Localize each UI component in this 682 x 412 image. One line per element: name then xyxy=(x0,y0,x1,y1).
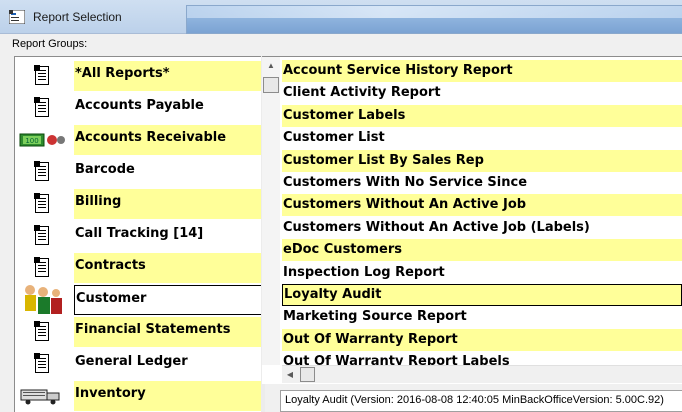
group-label: Contracts xyxy=(74,253,262,283)
group-label: Financial Statements xyxy=(74,317,262,347)
scroll-up-icon[interactable]: ▲ xyxy=(262,57,280,74)
document-icon xyxy=(17,252,71,284)
group-label: Call Tracking [14] xyxy=(75,226,204,241)
group-item[interactable]: Contracts xyxy=(17,252,262,284)
report-item[interactable]: Customers Without An Active Job (Labels) xyxy=(282,217,682,239)
document-icon xyxy=(17,316,71,348)
document-icon xyxy=(17,188,71,220)
group-item[interactable]: General Ledger xyxy=(17,348,262,380)
scroll-left-icon[interactable]: ◀ xyxy=(282,366,298,383)
report-groups-list[interactable]: *All Reports* Accounts Payable 100 Accounts… xyxy=(14,56,262,412)
report-item[interactable]: Customers Without An Active Job xyxy=(282,194,682,217)
report-item[interactable]: Client Activity Report xyxy=(282,82,682,104)
report-item[interactable]: Out Of Warranty Report xyxy=(282,328,682,351)
report-item[interactable]: Inspection Log Report xyxy=(282,262,682,284)
document-icon xyxy=(17,220,71,252)
group-item[interactable]: Call Tracking [14] xyxy=(17,220,262,252)
report-item[interactable]: Out Of Warranty Report Labels xyxy=(282,351,682,365)
report-version-status: Loyalty Audit (Version: 2016-08-08 12:40… xyxy=(280,390,682,412)
group-item[interactable]: *All Reports* xyxy=(17,60,262,92)
document-icon xyxy=(17,92,71,124)
group-label: Inventory xyxy=(74,381,262,411)
group-item[interactable]: Accounts Payable xyxy=(17,92,262,124)
group-label: Billing xyxy=(74,189,262,219)
group-label: Accounts Receivable xyxy=(74,125,262,155)
background-window xyxy=(186,5,682,34)
document-icon xyxy=(17,60,71,92)
title-bar[interactable]: Report Selection xyxy=(0,0,682,34)
report-item[interactable]: Customers With No Service Since xyxy=(282,172,682,194)
horizontal-scroll-thumb[interactable] xyxy=(300,367,315,382)
group-item[interactable]: 100 Accounts Receivable xyxy=(17,124,262,156)
report-item[interactable]: eDoc Customers xyxy=(282,239,682,262)
report-item[interactable]: Customer List xyxy=(282,127,682,149)
group-item[interactable]: Inventory xyxy=(17,380,262,412)
svg-text:100: 100 xyxy=(25,137,38,145)
group-item[interactable]: Customer xyxy=(17,284,262,316)
group-label: *All Reports* xyxy=(74,61,262,91)
group-item[interactable]: Financial Statements xyxy=(17,316,262,348)
group-item[interactable]: Barcode xyxy=(17,156,262,188)
report-groups-caption: Report Groups: xyxy=(12,38,88,50)
group-label: Accounts Payable xyxy=(75,98,204,113)
report-item[interactable]: Loyalty Audit xyxy=(282,284,682,306)
group-label: Barcode xyxy=(75,162,135,177)
report-item[interactable]: Account Service History Report xyxy=(282,60,682,82)
document-icon xyxy=(17,156,71,188)
report-item[interactable]: Customer List By Sales Rep xyxy=(282,149,682,172)
report-item[interactable]: Marketing Source Report xyxy=(282,306,682,328)
group-label: General Ledger xyxy=(75,354,188,369)
app-icon xyxy=(9,10,25,24)
document-icon xyxy=(17,348,71,380)
group-label: Customer xyxy=(74,285,262,315)
reports-vertical-scrollbar[interactable]: ▲ xyxy=(262,57,280,365)
money-icon: 100 xyxy=(17,124,71,156)
window-title: Report Selection xyxy=(33,10,122,24)
report-item[interactable]: Customer Labels xyxy=(282,104,682,127)
reports-horizontal-scrollbar[interactable]: ◀ xyxy=(282,365,682,383)
vertical-scroll-thumb[interactable] xyxy=(263,77,279,93)
truck-icon xyxy=(17,380,71,412)
group-item[interactable]: Billing xyxy=(17,188,262,220)
customer-people-icon xyxy=(17,284,71,316)
